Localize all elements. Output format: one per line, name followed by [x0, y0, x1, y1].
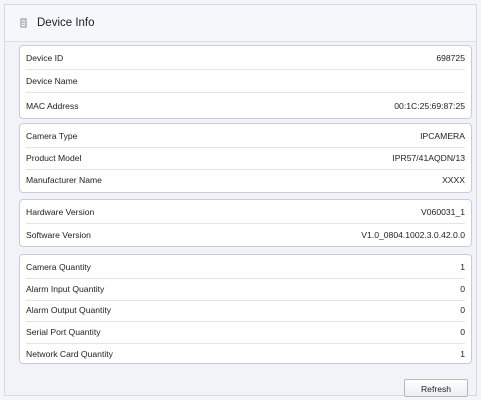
serial-port-quantity-value: 0 [460, 327, 465, 337]
product-model-value: IPR57/41AQDN/13 [392, 153, 465, 163]
device-name-row: Device Name [26, 70, 465, 93]
refresh-button[interactable]: Refresh [404, 379, 468, 397]
hardware-version-value: V060031_1 [421, 207, 465, 217]
document-icon [20, 18, 27, 28]
mac-address-value: 00:1C:25:69:87:25 [394, 101, 465, 111]
panel-header: Device Info [5, 5, 476, 42]
serial-port-quantity-label: Serial Port Quantity [26, 327, 101, 337]
device-id-label: Device ID [26, 53, 64, 63]
product-model-row: Product Model IPR57/41AQDN/13 [26, 147, 465, 170]
alarm-input-quantity-row: Alarm Input Quantity 0 [26, 278, 465, 301]
device-name-label: Device Name [26, 76, 78, 86]
hardware-version-row: Hardware Version V060031_1 [26, 201, 465, 224]
camera-quantity-label: Camera Quantity [26, 262, 91, 272]
manufacturer-name-value: XXXX [442, 175, 465, 185]
version-info-group: Hardware Version V060031_1 Software Vers… [19, 199, 472, 247]
device-id-row: Device ID 698725 [26, 47, 465, 70]
camera-info-group: Camera Type IPCAMERA Product Model IPR57… [19, 123, 472, 193]
camera-quantity-row: Camera Quantity 1 [26, 256, 465, 279]
manufacturer-name-row: Manufacturer Name XXXX [26, 169, 465, 191]
device-info-panel: Device Info Device ID 698725 Device Name… [4, 4, 477, 396]
alarm-output-quantity-label: Alarm Output Quantity [26, 305, 112, 315]
mac-address-row: MAC Address 00:1C:25:69:87:25 [26, 95, 465, 117]
camera-type-row: Camera Type IPCAMERA [26, 125, 465, 148]
network-card-quantity-value: 1 [460, 349, 465, 359]
network-card-quantity-label: Network Card Quantity [26, 349, 113, 359]
page-title: Device Info [37, 17, 95, 29]
serial-port-quantity-row: Serial Port Quantity 0 [26, 321, 465, 344]
software-version-label: Software Version [26, 230, 91, 240]
quantity-info-group: Camera Quantity 1 Alarm Input Quantity 0… [19, 254, 472, 364]
alarm-input-quantity-value: 0 [460, 284, 465, 294]
network-card-quantity-row: Network Card Quantity 1 [26, 343, 465, 365]
camera-type-value: IPCAMERA [420, 131, 465, 141]
alarm-output-quantity-value: 0 [460, 305, 465, 315]
alarm-input-quantity-label: Alarm Input Quantity [26, 284, 105, 294]
alarm-output-quantity-row: Alarm Output Quantity 0 [26, 299, 465, 322]
software-version-value: V1.0_0804.1002.3.0.42.0.0 [361, 230, 465, 240]
device-identity-group: Device ID 698725 Device Name MAC Address… [19, 45, 472, 119]
mac-address-label: MAC Address [26, 101, 79, 111]
product-model-label: Product Model [26, 153, 82, 163]
device-id-value: 698725 [436, 53, 465, 63]
camera-quantity-value: 1 [460, 262, 465, 272]
hardware-version-label: Hardware Version [26, 207, 95, 217]
camera-type-label: Camera Type [26, 131, 78, 141]
manufacturer-name-label: Manufacturer Name [26, 175, 102, 185]
software-version-row: Software Version V1.0_0804.1002.3.0.42.0… [26, 224, 465, 246]
